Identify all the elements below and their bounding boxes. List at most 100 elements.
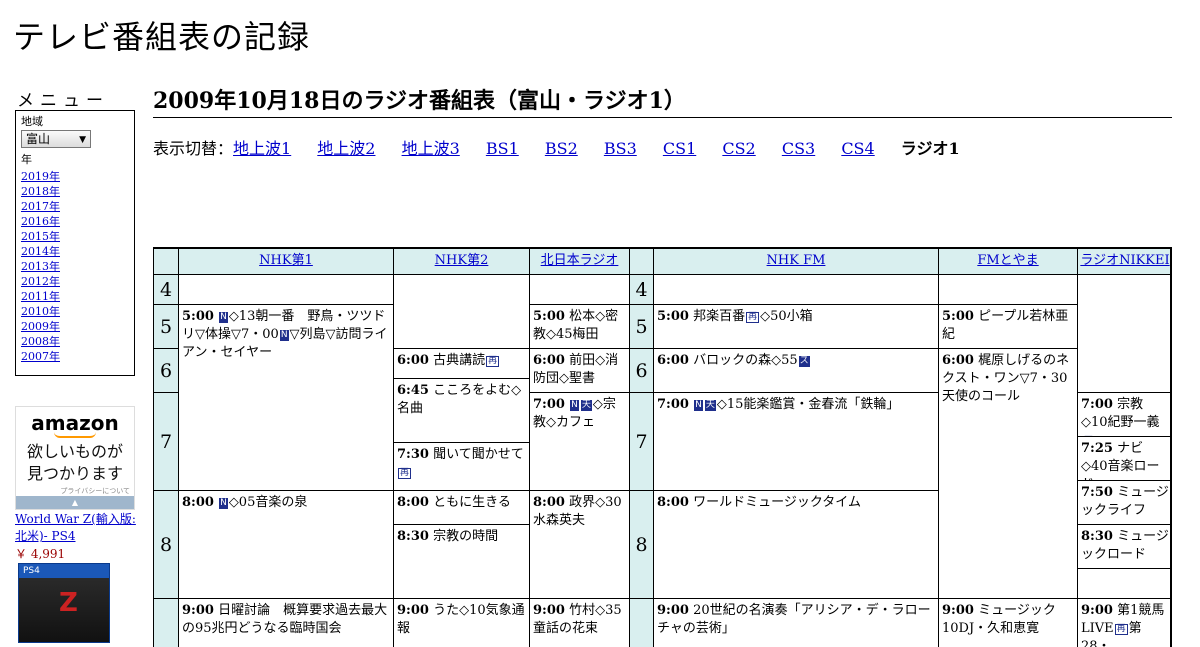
page-title: 2009年10月18日のラジオ番組表（富山・ラジオ1） xyxy=(153,83,1172,118)
year-link-2007[interactable]: 2007年 xyxy=(21,350,60,363)
program-cell[interactable]: 5:00 松本◇密教◇45梅田 xyxy=(529,304,629,348)
station-link-nhk2[interactable]: NHK第2 xyxy=(435,253,489,268)
hour-cell-mid-8: 8 xyxy=(629,490,653,598)
hour-cell-mid-4: 4 xyxy=(629,274,653,304)
program-cell[interactable]: 7:00 N 天 ◇15能楽鑑賞・金春流「鉄輪」 xyxy=(653,392,938,490)
stereo-icon: ス xyxy=(798,356,810,367)
switch-link-chijo3[interactable]: 地上波3 xyxy=(402,139,460,158)
program-cell[interactable]: 7:25 ナビ◇40音楽ロード xyxy=(1077,436,1172,480)
program-cell[interactable]: 8:30 ミュージックロード xyxy=(1077,524,1172,568)
hour-cell-mid-6: 6 xyxy=(629,348,653,392)
hour-cell-6: 6 xyxy=(153,348,178,392)
year-link-2011[interactable]: 2011年 xyxy=(21,290,60,303)
year-link-2012[interactable]: 2012年 xyxy=(21,275,60,288)
amazon-logo: amazon xyxy=(31,411,119,435)
ad-privacy-link[interactable]: プライバシーについて xyxy=(16,486,134,496)
header-corner-left xyxy=(153,247,178,274)
hour-cell-9 xyxy=(153,598,178,647)
program-cell[interactable]: 9:00 第1競馬LIVE 再第28・ xyxy=(1077,598,1172,647)
region-select[interactable]: 富山 ▼ xyxy=(21,130,91,148)
switch-link-cs4[interactable]: CS4 xyxy=(841,139,874,158)
year-link-2016[interactable]: 2016年 xyxy=(21,215,60,228)
ad-tagline-1: 欲しいものが xyxy=(26,442,123,461)
program-empty xyxy=(1077,274,1172,392)
program-cell[interactable]: 7:30 聞いて聞かせて再 xyxy=(393,442,529,490)
station-link-nikkei[interactable]: ラジオNIKKEI xyxy=(1080,253,1169,268)
news-icon: N xyxy=(219,498,228,509)
year-link-2018[interactable]: 2018年 xyxy=(21,185,60,198)
program-cell[interactable]: 6:45 こころをよむ◇名曲 xyxy=(393,378,529,442)
program-cell[interactable]: 6:00 バロックの森◇55 ス xyxy=(653,348,938,392)
station-header-nikkei: ラジオNIKKEI xyxy=(1077,247,1172,274)
switch-link-cs3[interactable]: CS3 xyxy=(782,139,815,158)
program-cell[interactable]: 5:00 邦楽百番再 ◇50小箱 xyxy=(653,304,938,348)
switch-link-chijo1[interactable]: 地上波1 xyxy=(233,139,291,158)
station-header-nhkfm: NHK FM xyxy=(653,247,938,274)
ad-collapse-arrow-icon[interactable]: ▲ xyxy=(16,496,134,509)
program-cell[interactable]: 5:00 N ◇13朝一番 野鳥・ツツドリ▽体操▽7・00 N ▽列島▽訪問ライアン・… xyxy=(178,304,393,490)
program-cell[interactable]: 5:00 ピープル若林亜紀 xyxy=(938,304,1077,348)
switch-link-bs2[interactable]: BS2 xyxy=(545,139,578,158)
news-icon: N xyxy=(279,330,289,341)
ad-tagline-2: 見つかります xyxy=(26,464,123,483)
year-link-2019[interactable]: 2019年 xyxy=(21,170,60,183)
year-link-2009[interactable]: 2009年 xyxy=(21,320,60,333)
station-link-fmtoyama[interactable]: FMとやま xyxy=(977,253,1038,268)
program-cell[interactable]: 6:00 梶原しげるのネクスト・ワン▽7・30天使のコール xyxy=(938,348,1077,598)
year-link-2010[interactable]: 2010年 xyxy=(21,305,60,318)
product-price: ￥ 4,991 xyxy=(15,547,66,561)
header-corner-mid xyxy=(629,247,653,274)
program-cell[interactable]: 8:00 ワールドミュージックタイム xyxy=(653,490,938,598)
program-cell[interactable]: 8:00 ともに生きる xyxy=(393,490,529,524)
program-cell[interactable]: 7:50 ミュージックライフ xyxy=(1077,480,1172,524)
region-label: 地域 xyxy=(21,115,43,128)
program-cell[interactable]: 8:30 宗教の時間 xyxy=(393,524,529,598)
switch-link-bs3[interactable]: BS3 xyxy=(604,139,637,158)
program-empty xyxy=(653,274,938,304)
station-link-kitanihon[interactable]: 北日本ラジオ xyxy=(541,253,619,268)
schedule-grid: NHK第1 NHK第2 北日本ラジオ NHK FM FMとやま ラジオNIKKE… xyxy=(153,247,1172,647)
year-link-2013[interactable]: 2013年 xyxy=(21,260,60,273)
program-empty xyxy=(529,274,629,304)
switch-link-cs1[interactable]: CS1 xyxy=(663,139,696,158)
switch-link-bs1[interactable]: BS1 xyxy=(486,139,519,158)
channel-switcher: 表示切替：地上波1 地上波2 地上波3 BS1 BS2 BS3 CS1 CS2 … xyxy=(153,135,981,159)
year-link-2015[interactable]: 2015年 xyxy=(21,230,60,243)
program-cell[interactable]: 9:00 20世紀の名演奏「アリシア・デ・ラローチャの芸術」 xyxy=(653,598,938,647)
program-cell[interactable]: 7:00 宗教◇10紀野一義再 xyxy=(1077,392,1172,436)
switch-current-radio1: ラジオ1 xyxy=(900,139,960,158)
program-cell[interactable]: 9:00 竹村◇35童話の花束 xyxy=(529,598,629,647)
year-link-2017[interactable]: 2017年 xyxy=(21,200,60,213)
amazon-ad-banner[interactable]: amazon 欲しいものが 見つかります プライバシーについて ▲ xyxy=(15,406,135,510)
switch-link-cs2[interactable]: CS2 xyxy=(722,139,755,158)
news-icon: N xyxy=(570,400,579,411)
station-link-nhk1[interactable]: NHK第1 xyxy=(259,253,313,268)
hour-cell-7: 7 xyxy=(153,392,178,490)
weather-icon: 天 xyxy=(580,400,592,411)
switch-link-chijo2[interactable]: 地上波2 xyxy=(317,139,375,158)
year-link-2008[interactable]: 2008年 xyxy=(21,335,60,348)
station-link-nhkfm[interactable]: NHK FM xyxy=(767,253,826,268)
program-cell[interactable]: 9:00 日曜討論 概算要求過去最大の95兆円どうなる臨時国会 xyxy=(178,598,393,647)
year-label: 年 xyxy=(21,153,32,166)
program-cell[interactable]: 9:00 うた◇10気象通報 xyxy=(393,598,529,647)
hour-cell-4: 4 xyxy=(153,274,178,304)
program-cell[interactable]: 6:00 前田◇消防団◇聖書 xyxy=(529,348,629,392)
product-image[interactable]: PS4 Z xyxy=(18,563,110,643)
station-header-fmtoyama: FMとやま xyxy=(938,247,1077,274)
station-header-kitanihon: 北日本ラジオ xyxy=(529,247,629,274)
program-cell[interactable]: 7:00 N 天 ◇宗教◇カフェ xyxy=(529,392,629,490)
program-cell[interactable]: 8:00 政界◇30水森英夫 xyxy=(529,490,629,598)
station-header-nhk2: NHK第2 xyxy=(393,247,529,274)
year-link-2014[interactable]: 2014年 xyxy=(21,245,60,258)
weather-icon: 天 xyxy=(704,400,716,411)
program-cell[interactable]: 9:00 ミュージック10DJ・久和恵寛 xyxy=(938,598,1077,647)
switch-label: 表示切替： xyxy=(153,139,234,158)
hour-cell-8: 8 xyxy=(153,490,178,598)
program-cell[interactable]: 8:00 N ◇05音楽の泉 xyxy=(178,490,393,598)
hour-cell-mid-5: 5 xyxy=(629,304,653,348)
menu-heading: メニュー xyxy=(17,91,109,111)
program-cell[interactable]: 6:00 古典講読再 xyxy=(393,348,529,378)
news-icon: N xyxy=(694,400,703,411)
product-title-link[interactable]: World War Z(輸入版:北米)- PS4 xyxy=(15,511,137,545)
